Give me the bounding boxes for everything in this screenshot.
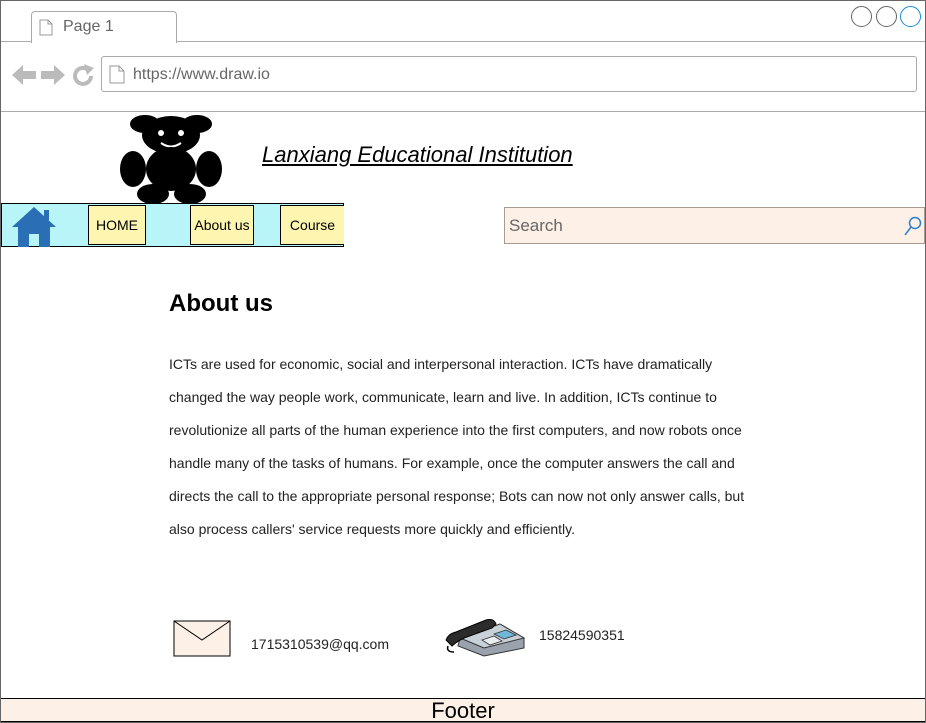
browser-window: Page 1 https://www.draw.io Lanxiang Educ… xyxy=(0,0,926,723)
address-bar: https://www.draw.io xyxy=(1,43,925,112)
search-input[interactable] xyxy=(509,214,889,238)
minimize-button[interactable] xyxy=(851,6,872,27)
page-icon xyxy=(109,65,125,84)
nav-home-button[interactable]: HOME xyxy=(88,205,146,245)
home-icon[interactable] xyxy=(11,206,57,248)
forward-arrow-icon[interactable] xyxy=(40,64,66,86)
nav-about-us-button[interactable]: About us xyxy=(190,205,254,245)
about-text-line: changed the way people work, communicate… xyxy=(169,389,717,405)
footer: Footer xyxy=(1,698,925,722)
contact-email[interactable]: 1715310539@qq.com xyxy=(251,636,389,652)
search-icon[interactable] xyxy=(904,216,922,236)
site-title[interactable]: Lanxiang Educational Institution xyxy=(262,142,573,168)
about-text-line: also process callers' service requests m… xyxy=(169,521,575,537)
close-button[interactable] xyxy=(900,6,921,27)
tab-page-1[interactable]: Page 1 xyxy=(31,11,177,43)
page-heading: About us xyxy=(169,290,273,317)
nav-course-button[interactable]: Course xyxy=(280,205,344,245)
contact-phone[interactable]: 15824590351 xyxy=(539,627,625,643)
about-text: ICTs are used for economic, social and i… xyxy=(169,348,769,546)
url-field[interactable]: https://www.draw.io xyxy=(101,56,917,92)
document-icon xyxy=(39,19,53,36)
teddy-bear-logo-icon xyxy=(120,115,222,204)
reload-icon[interactable] xyxy=(71,64,95,88)
main-nav: HOME About us Course xyxy=(1,203,344,247)
url-text: https://www.draw.io xyxy=(133,66,270,83)
about-text-line: ICTs are used for economic, social and i… xyxy=(169,356,713,372)
telephone-icon xyxy=(445,619,526,657)
back-arrow-icon[interactable] xyxy=(11,64,37,86)
about-text-line: handle many of the tasks of humans. For … xyxy=(169,455,735,471)
search-box xyxy=(504,207,925,244)
mail-icon xyxy=(173,620,231,657)
about-text-line: revolutionize all parts of the human exp… xyxy=(169,422,742,438)
about-text-line: directs the call to the appropriate pers… xyxy=(169,488,745,504)
tab-label: Page 1 xyxy=(63,18,114,35)
maximize-button[interactable] xyxy=(876,6,897,27)
tab-bar: Page 1 xyxy=(1,1,925,43)
